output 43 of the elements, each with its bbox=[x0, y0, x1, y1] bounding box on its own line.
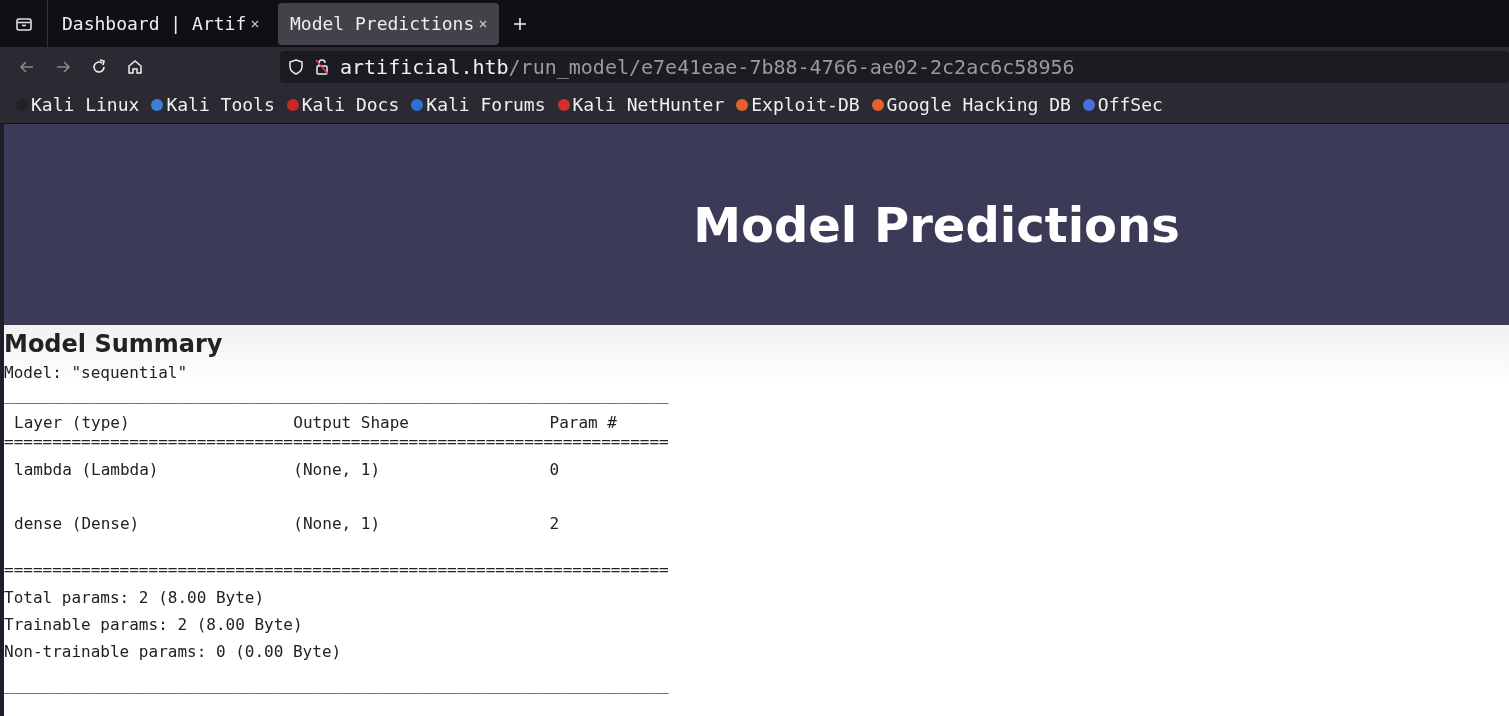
forward-icon[interactable] bbox=[54, 58, 72, 75]
page-title: Model Predictions bbox=[693, 196, 1180, 253]
table-cell-text: 0 bbox=[549, 459, 561, 481]
close-icon[interactable] bbox=[478, 18, 489, 29]
separator-line: ===================================================================== bbox=[4, 564, 669, 581]
column-header: Layer (type) bbox=[13, 412, 131, 434]
browser-tab[interactable]: Model Predictions bbox=[278, 2, 499, 45]
param-count: Trainable params: 2 (8.00 Byte) bbox=[4, 614, 303, 636]
bookmark[interactable]: Kali Linux bbox=[15, 94, 140, 115]
separator-line: _____________________________________________________________________ bbox=[4, 389, 669, 406]
separator-line: _____________________________________________________________________ bbox=[4, 679, 669, 696]
bookmark[interactable]: Kali NetHunter bbox=[556, 94, 725, 115]
section-heading: Model Summary bbox=[4, 329, 224, 359]
tab-title: Dashboard | Artif bbox=[62, 13, 247, 34]
close-icon[interactable] bbox=[250, 18, 261, 29]
table-cell-text: lambda (Lambda) bbox=[13, 459, 160, 481]
insecure-lock-icon[interactable] bbox=[314, 57, 330, 76]
bookmark[interactable]: OffSec bbox=[1081, 94, 1163, 115]
back-icon[interactable] bbox=[18, 58, 36, 75]
home-icon[interactable] bbox=[126, 57, 144, 76]
browser-tab[interactable]: Dashboard | Artif bbox=[50, 2, 268, 45]
tab-title: Model Predictions bbox=[290, 13, 475, 34]
url-text: artificial.htb/run_model/e7e41eae-7b88-4766-ae02-2c2ac6c58956 bbox=[340, 54, 1075, 79]
reload-icon[interactable] bbox=[90, 57, 108, 76]
shield-icon[interactable] bbox=[288, 57, 304, 76]
bookmark[interactable]: Google Hacking DB bbox=[870, 94, 1071, 115]
bookmark[interactable]: Kali Forums bbox=[410, 94, 546, 115]
table-cell-text: (None, 1) bbox=[293, 459, 382, 481]
table-cell-text: (None, 1) bbox=[293, 513, 382, 535]
new-tab-icon[interactable] bbox=[513, 16, 527, 31]
bookmark[interactable]: Kali Tools bbox=[150, 94, 275, 115]
table-cell-text: dense (Dense) bbox=[13, 513, 141, 535]
model-name-line: Model: "sequential" bbox=[4, 362, 188, 384]
address-bar[interactable]: artificial.htb/run_model/e7e41eae-7b88-4766-ae02-2c2ac6c58956 bbox=[280, 50, 1509, 83]
bookmark[interactable]: Exploit-DB bbox=[735, 94, 860, 115]
separator-line: ===================================================================== bbox=[4, 436, 669, 453]
tab-list-icon[interactable] bbox=[15, 15, 33, 32]
bookmark[interactable]: Kali Docs bbox=[285, 94, 400, 115]
param-count: Non-trainable params: 0 (0.00 Byte) bbox=[4, 641, 342, 663]
column-header: Param # bbox=[549, 412, 618, 434]
param-count: Total params: 2 (8.00 Byte) bbox=[4, 587, 265, 609]
table-cell-text: 2 bbox=[549, 513, 561, 535]
column-header: Output Shape bbox=[293, 412, 410, 434]
